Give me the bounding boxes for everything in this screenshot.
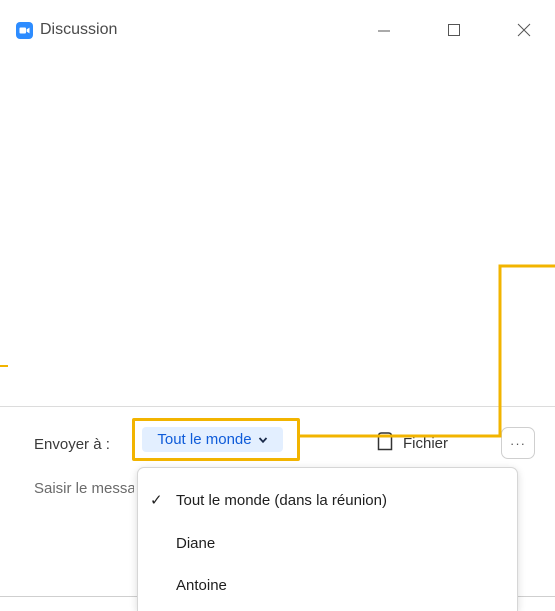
maximize-button[interactable] — [434, 14, 474, 50]
file-button[interactable]: Fichier — [376, 430, 448, 456]
checkmark-icon: ✓ — [150, 492, 163, 509]
maximize-icon — [447, 23, 461, 42]
recipient-label: Tout le monde — [157, 431, 252, 448]
title-bar: Discussion — [0, 0, 555, 64]
zoom-camera-icon — [16, 22, 33, 39]
chat-messages-area — [0, 64, 555, 406]
message-input[interactable] — [34, 476, 134, 500]
dropdown-item-label: Tout le monde (dans la réunion) — [176, 491, 387, 509]
close-button[interactable] — [504, 14, 544, 50]
close-icon — [517, 23, 531, 42]
dropdown-item-everyone[interactable]: ✓ Tout le monde (dans la réunion) — [138, 480, 517, 520]
dropdown-item-label: Antoine — [176, 576, 227, 594]
recipient-highlight: Tout le monde — [132, 418, 300, 461]
composer-divider — [0, 406, 555, 407]
file-label: Fichier — [403, 434, 449, 452]
recipient-dropdown-button[interactable]: Tout le monde — [142, 427, 283, 452]
window-title: Discussion — [40, 21, 118, 38]
minimize-button[interactable] — [364, 14, 404, 50]
more-icon: ··· — [510, 435, 526, 451]
file-icon — [376, 431, 394, 455]
dropdown-item-diane[interactable]: Diane — [138, 523, 517, 563]
dropdown-item-antoine[interactable]: Antoine — [138, 565, 517, 605]
more-options-button[interactable]: ··· — [501, 427, 535, 459]
dropdown-item-label: Diane — [176, 534, 216, 552]
recipient-dropdown-menu: ✓ Tout le monde (dans la réunion) Diane … — [137, 467, 518, 611]
send-to-label: Envoyer à : — [34, 436, 110, 453]
minimize-icon — [377, 23, 391, 42]
chevron-down-icon — [258, 431, 268, 448]
